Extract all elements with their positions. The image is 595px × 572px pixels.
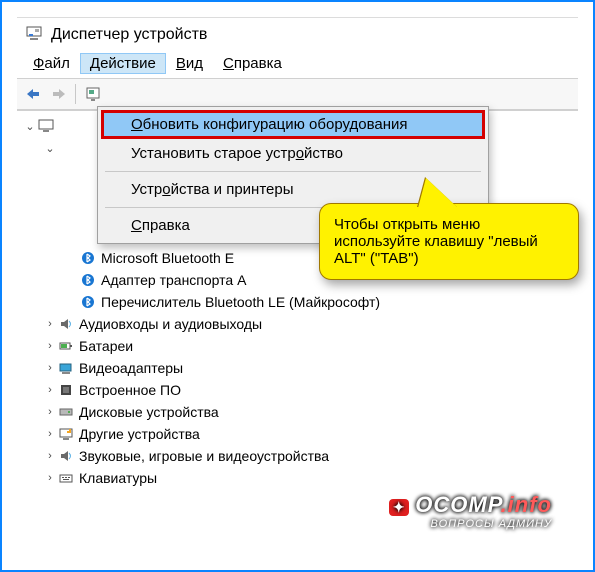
scan-hardware-button[interactable] (82, 83, 104, 105)
forward-button[interactable] (47, 83, 69, 105)
tree-sound-devices[interactable]: › Звуковые, игровые и видеоустройства (23, 445, 578, 467)
menu-help[interactable]: Справка (213, 53, 292, 74)
tree-label: Видеоадаптеры (79, 360, 183, 376)
bluetooth-icon (79, 295, 97, 309)
toolbar-divider (75, 84, 76, 104)
tree-audio-inputs[interactable]: › Аудиовходы и аудиовыходы (23, 313, 578, 335)
tree-label: Microsoft Bluetooth E (101, 250, 234, 266)
expander-closed-icon[interactable]: › (43, 318, 57, 330)
disk-icon (57, 405, 75, 419)
speaker-icon (57, 317, 75, 331)
tree-batteries[interactable]: › Батареи (23, 335, 578, 357)
menu-action[interactable]: Действие (80, 53, 166, 74)
computer-icon (37, 119, 55, 133)
tree-label: Батареи (79, 338, 133, 354)
tree-keyboards[interactable]: › Клавиатуры (23, 467, 578, 489)
tree-display-adapters[interactable]: › Видеоадаптеры (23, 357, 578, 379)
menu-view[interactable]: Вид (166, 53, 213, 74)
watermark: ✦ OCOMP.info ВОПРОСЫ АДМИНУ (389, 492, 552, 530)
watermark-subtitle: ВОПРОСЫ АДМИНУ (389, 518, 552, 530)
annotation-callout: Чтобы открыть меню используйте клавишу "… (319, 203, 579, 280)
tree-firmware[interactable]: › Встроенное ПО (23, 379, 578, 401)
back-button[interactable] (23, 83, 45, 105)
tree-label: Встроенное ПО (79, 382, 181, 398)
expander-closed-icon[interactable]: › (43, 472, 57, 484)
tree-label: Звуковые, игровые и видеоустройства (79, 448, 329, 464)
tree-label: Адаптер транспорта A (101, 272, 246, 288)
tree-label: Клавиатуры (79, 470, 157, 486)
menu-add-legacy[interactable]: Установить старое устройство (101, 139, 485, 168)
tree-bt-item[interactable]: Перечислитель Bluetooth LE (Майкрософт) (23, 291, 578, 313)
expander-closed-icon[interactable]: › (43, 406, 57, 418)
expander-closed-icon[interactable]: › (43, 362, 57, 374)
battery-icon (57, 339, 75, 353)
menu-bar: Файл Действие Вид Справка (17, 49, 578, 78)
expander-open-icon[interactable]: ⌄ (43, 142, 57, 155)
tree-disk-drives[interactable]: › Дисковые устройства (23, 401, 578, 423)
watermark-text-main: OCOMP (415, 492, 500, 517)
callout-text: Чтобы открыть меню используйте клавишу "… (334, 216, 538, 267)
window-title: Диспетчер устройств (51, 26, 207, 44)
menu-scan-hardware[interactable]: Обновить конфигурацию оборудования (101, 110, 485, 139)
watermark-text-domain: .info (501, 492, 552, 517)
expander-open-icon[interactable]: ⌄ (23, 120, 37, 133)
menu-file[interactable]: Файл (23, 53, 80, 74)
expander-closed-icon[interactable]: › (43, 384, 57, 396)
expander-closed-icon[interactable]: › (43, 450, 57, 462)
watermark-logo-icon: ✦ (389, 499, 409, 516)
tree-label: Перечислитель Bluetooth LE (Майкрософт) (101, 294, 380, 310)
callout-tail-icon (418, 178, 458, 208)
firmware-icon (57, 383, 75, 397)
window-titlebar: Диспетчер устройств (17, 18, 578, 49)
tree-label: Дисковые устройства (79, 404, 219, 420)
other-device-icon (57, 427, 75, 441)
menu-separator (105, 171, 481, 172)
sound-icon (57, 449, 75, 463)
display-adapter-icon (57, 361, 75, 375)
tree-label: Другие устройства (79, 426, 200, 442)
tree-label: Аудиовходы и аудиовыходы (79, 316, 262, 332)
expander-closed-icon[interactable]: › (43, 428, 57, 440)
bluetooth-icon (79, 251, 97, 265)
device-manager-icon (25, 24, 43, 45)
keyboard-icon (57, 471, 75, 485)
bluetooth-icon (79, 273, 97, 287)
expander-closed-icon[interactable]: › (43, 340, 57, 352)
tree-other-devices[interactable]: › Другие устройства (23, 423, 578, 445)
